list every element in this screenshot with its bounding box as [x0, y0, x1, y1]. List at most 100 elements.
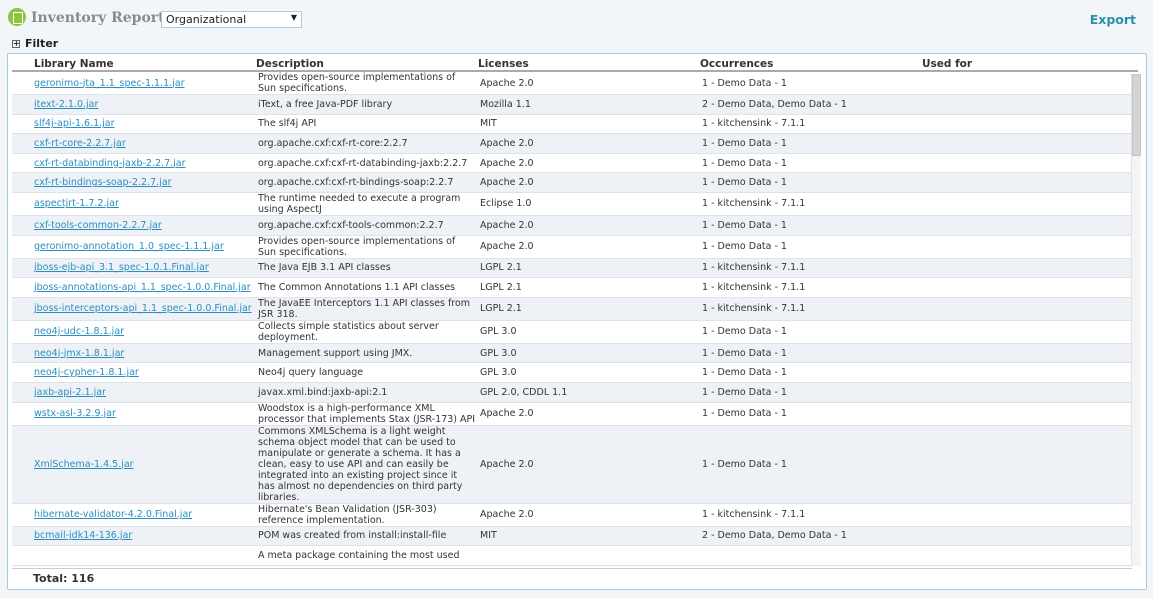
library-link[interactable]: itext-2.1.0.jar	[34, 99, 98, 110]
library-name-cell: bcmail-jdk14-136.jar	[12, 526, 256, 547]
library-link[interactable]: cxf-tools-common-2.2.7.jar	[34, 220, 162, 231]
library-name-cell: wstx-asl-3.2.9.jar	[12, 402, 256, 426]
view-select-value: Organizational	[166, 13, 247, 26]
occurrences-cell: 1 - kitchensink - 7.1.1	[700, 297, 922, 321]
used-for-cell	[922, 425, 1132, 504]
description-cell: The Common Annotations 1.1 API classes	[256, 277, 478, 298]
library-link[interactable]: hibernate-validator-4.2.0.Final.jar	[34, 509, 192, 520]
library-name-cell: jaxb-api-2.1.jar	[12, 382, 256, 403]
occurrences-cell: 1 - kitchensink - 7.1.1	[700, 277, 922, 298]
column-header-licenses[interactable]: Licenses	[478, 58, 529, 70]
library-link[interactable]: wstx-asl-3.2.9.jar	[34, 408, 116, 419]
description-cell: A meta package containing the most used	[256, 545, 478, 566]
library-name-cell: cxf-rt-bindings-soap-2.2.7.jar	[12, 172, 256, 193]
occurrences-cell: 1 - kitchensink - 7.1.1	[700, 503, 922, 527]
library-link[interactable]: neo4j-jmx-1.8.1.jar	[34, 348, 124, 359]
library-name-cell: slf4j-api-1.6.1.jar	[12, 114, 256, 135]
library-name-cell: neo4j-udc-1.8.1.jar	[12, 320, 256, 344]
occurrences-cell: 1 - Demo Data - 1	[700, 402, 922, 426]
library-link[interactable]: geronimo-annotation_1.0_spec-1.1.1.jar	[34, 241, 224, 252]
table-row: neo4j-cypher-1.8.1.jar Neo4j query langua…	[12, 362, 1132, 383]
used-for-cell	[922, 94, 1132, 115]
library-link[interactable]: cxf-rt-core-2.2.7.jar	[34, 138, 126, 149]
occurrences-cell: 1 - kitchensink - 7.1.1	[700, 258, 922, 279]
description-cell: POM was created from install:install-fil…	[256, 526, 478, 547]
library-link[interactable]: jboss-ejb-api_3.1_spec-1.0.1.Final.jar	[34, 262, 209, 273]
library-link[interactable]: jboss-annotations-api_1.1_spec-1.0.0.Fin…	[34, 282, 251, 293]
library-link[interactable]: aspectjrt-1.7.2.jar	[34, 198, 119, 209]
description-cell: org.apache.cxf:cxf-rt-databinding-jaxb:2…	[256, 153, 478, 174]
library-link[interactable]: neo4j-cypher-1.8.1.jar	[34, 367, 139, 378]
occurrences-cell: 1 - Demo Data - 1	[700, 343, 922, 364]
license-cell: Mozilla 1.1	[478, 94, 700, 115]
column-header-description[interactable]: Description	[256, 58, 324, 70]
table-row: slf4j-api-1.6.1.jar The slf4j API MIT 1 - k…	[12, 114, 1132, 135]
description-cell: org.apache.cxf:cxf-rt-bindings-soap:2.2.…	[256, 172, 478, 193]
column-header-used-for[interactable]: Used for	[922, 58, 972, 70]
description-cell: Woodstox is a high-performance XML proce…	[256, 402, 478, 426]
table-row: aspectjrt-1.7.2.jar The runtime needed to…	[12, 192, 1132, 216]
occurrences-cell: 2 - Demo Data, Demo Data - 1	[700, 94, 922, 115]
table-header: Library Name Description Licenses Occurr…	[12, 57, 1138, 72]
used-for-cell	[922, 297, 1132, 321]
license-cell: Apache 2.0	[478, 72, 700, 95]
used-for-cell	[922, 258, 1132, 279]
library-link[interactable]: cxf-rt-bindings-soap-2.2.7.jar	[34, 177, 172, 188]
used-for-cell	[922, 277, 1132, 298]
description-cell: Neo4j query language	[256, 362, 478, 383]
vertical-scrollbar[interactable]	[1131, 74, 1141, 566]
used-for-cell	[922, 545, 1132, 566]
description-cell: The Java EJB 3.1 API classes	[256, 258, 478, 279]
filter-label: Filter	[25, 37, 59, 50]
scrollbar-thumb[interactable]	[1132, 74, 1141, 156]
description-cell: Hibernate's Bean Validation (JSR-303) re…	[256, 503, 478, 527]
dropdown-arrow-icon: ▼	[290, 13, 297, 22]
library-name-cell: aspectjrt-1.7.2.jar	[12, 192, 256, 216]
library-link[interactable]: XmlSchema-1.4.5.jar	[34, 459, 134, 470]
description-cell: The slf4j API	[256, 114, 478, 135]
library-link[interactable]: geronimo-jta_1.1_spec-1.1.1.jar	[34, 78, 185, 89]
export-button[interactable]: Export	[1090, 12, 1136, 27]
table-row: hibernate-validator-4.2.0.Final.jar Hiber…	[12, 503, 1132, 527]
column-header-library-name[interactable]: Library Name	[34, 58, 114, 70]
table-row: itext-2.1.0.jar iText, a free Java-PDF li…	[12, 94, 1132, 115]
library-name-cell: jboss-ejb-api_3.1_spec-1.0.1.Final.jar	[12, 258, 256, 279]
table-row: jboss-ejb-api_3.1_spec-1.0.1.Final.jar Th…	[12, 258, 1132, 279]
table-row: geronimo-jta_1.1_spec-1.1.1.jar Provides …	[12, 72, 1132, 95]
library-link[interactable]: jaxb-api-2.1.jar	[34, 387, 106, 398]
library-link[interactable]: cxf-rt-databinding-jaxb-2.2.7.jar	[34, 158, 186, 169]
library-name-cell: itext-2.1.0.jar	[12, 94, 256, 115]
view-select[interactable]: Organizational ▼	[161, 11, 302, 28]
library-name-cell: cxf-tools-common-2.2.7.jar	[12, 215, 256, 236]
description-cell: Collects simple statistics about server …	[256, 320, 478, 344]
license-cell: GPL 3.0	[478, 343, 700, 364]
license-cell: GPL 2.0, CDDL 1.1	[478, 382, 700, 403]
library-name-cell: geronimo-jta_1.1_spec-1.1.1.jar	[12, 72, 256, 95]
occurrences-cell	[700, 545, 922, 566]
library-link[interactable]: bcmail-jdk14-136.jar	[34, 530, 132, 541]
table-body: geronimo-jta_1.1_spec-1.1.1.jar Provides …	[12, 72, 1132, 569]
description-cell: iText, a free Java-PDF library	[256, 94, 478, 115]
used-for-cell	[922, 192, 1132, 216]
library-name-cell	[12, 545, 256, 566]
filter-toggle[interactable]: + Filter	[12, 37, 58, 50]
library-link[interactable]: neo4j-udc-1.8.1.jar	[34, 326, 124, 337]
description-cell: javax.xml.bind:jaxb-api:2.1	[256, 382, 478, 403]
occurrences-cell: 1 - kitchensink - 7.1.1	[700, 114, 922, 135]
used-for-cell	[922, 153, 1132, 174]
license-cell: Apache 2.0	[478, 425, 700, 504]
occurrences-cell: 1 - Demo Data - 1	[700, 320, 922, 344]
library-link[interactable]: slf4j-api-1.6.1.jar	[34, 118, 115, 129]
license-cell: MIT	[478, 114, 700, 135]
library-name-cell: neo4j-cypher-1.8.1.jar	[12, 362, 256, 383]
column-header-occurrences[interactable]: Occurrences	[700, 58, 773, 70]
library-link[interactable]: jboss-interceptors-api_1.1_spec-1.0.0.Fi…	[34, 303, 252, 314]
occurrences-cell: 1 - Demo Data - 1	[700, 235, 922, 259]
used-for-cell	[922, 114, 1132, 135]
occurrences-cell: 1 - Demo Data - 1	[700, 133, 922, 154]
total-count: Total: 116	[33, 572, 95, 585]
description-cell: Provides open-source implementations of …	[256, 72, 478, 95]
table-row: wstx-asl-3.2.9.jar Woodstox is a high-per…	[12, 402, 1132, 426]
table-row: cxf-rt-bindings-soap-2.2.7.jar org.apache…	[12, 172, 1132, 193]
library-name-cell: cxf-rt-core-2.2.7.jar	[12, 133, 256, 154]
